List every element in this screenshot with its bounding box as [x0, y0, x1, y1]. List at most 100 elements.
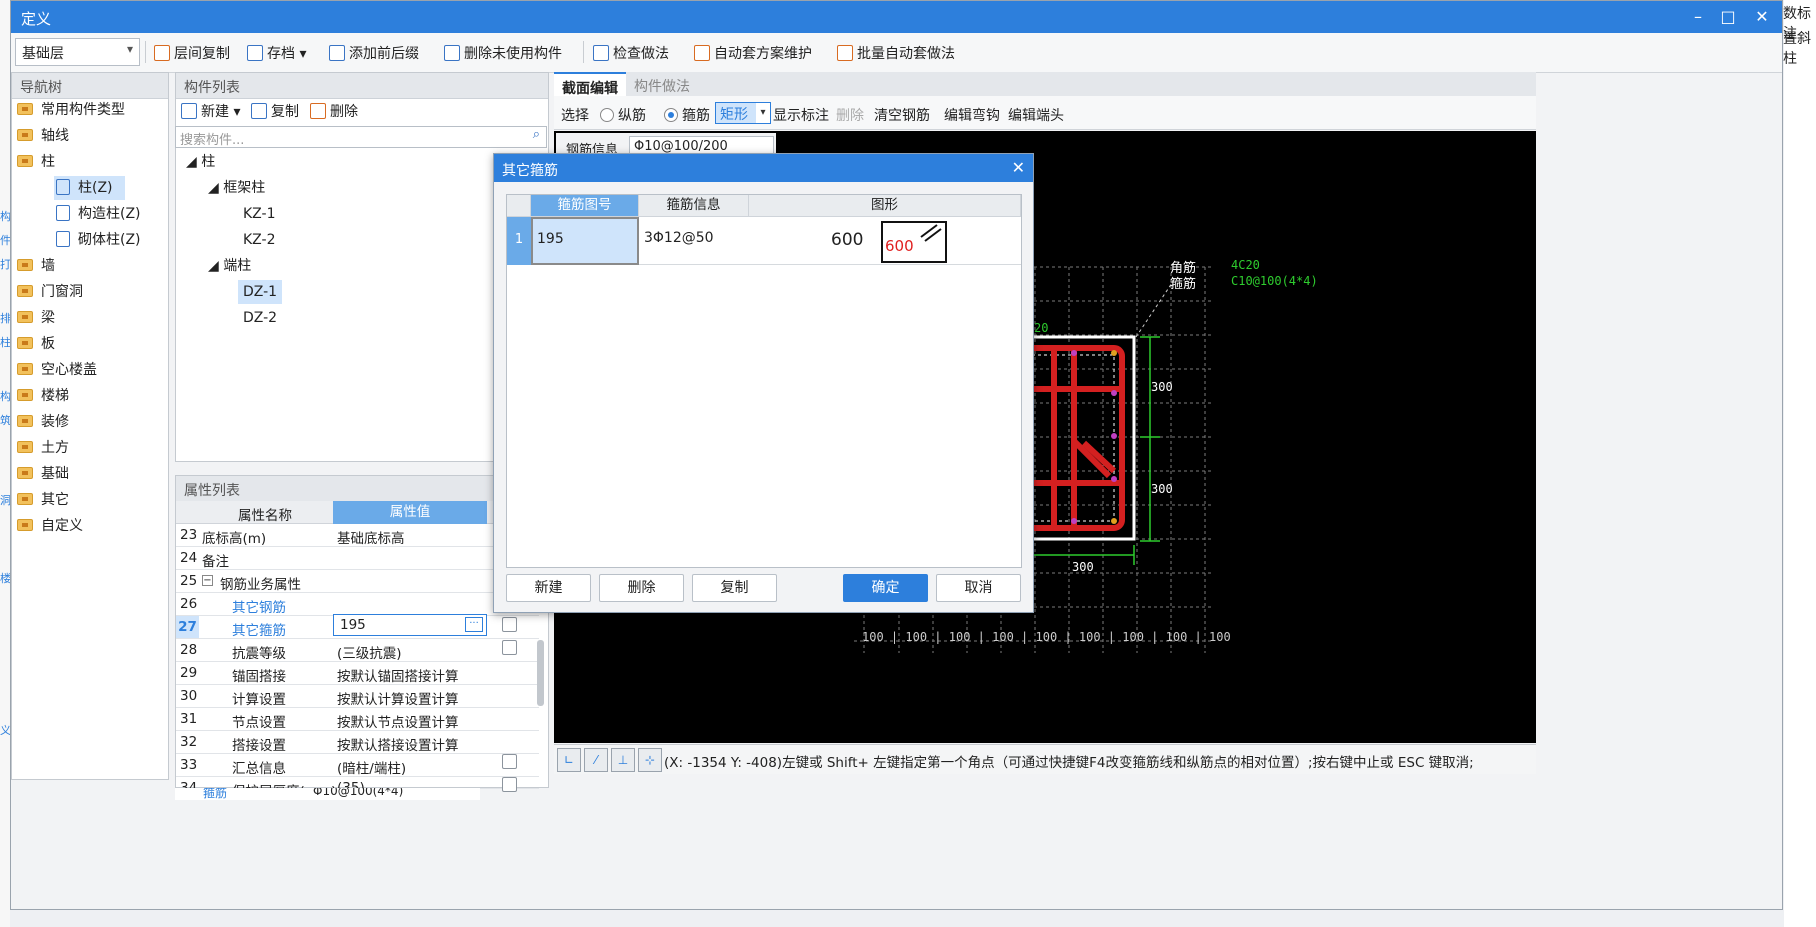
nav-item-axis[interactable]: 轴线	[17, 124, 69, 148]
tree-end-column[interactable]: ◢ 端柱	[208, 254, 251, 278]
close-icon[interactable]: ✕	[1751, 6, 1773, 28]
property-checkbox[interactable]	[502, 777, 517, 792]
nav-item-door-window[interactable]: 门窗洞	[17, 280, 83, 304]
folder-icon	[17, 493, 33, 505]
show-label-button[interactable]: 显示标注	[773, 105, 829, 125]
floor-select[interactable]: 基础层	[15, 38, 140, 66]
maximize-icon[interactable]: □	[1717, 6, 1739, 28]
dialog-copy-button[interactable]: 复制	[692, 574, 777, 602]
background-left-char: 构	[0, 210, 10, 223]
radio-icon	[600, 108, 614, 122]
new-icon	[181, 103, 197, 119]
new-component-button[interactable]: 新建 ▾	[181, 101, 240, 123]
stirrup-info-cell[interactable]: 3Φ12@50	[644, 230, 714, 246]
stirrup-radio[interactable]: 箍筋	[664, 105, 710, 125]
property-row[interactable]: 26 其它钢筋	[176, 593, 539, 616]
property-row[interactable]: 31 节点设置 按默认节点设置计算	[176, 708, 539, 731]
longitudinal-radio[interactable]: 纵筋	[600, 105, 646, 125]
tree-column[interactable]: ◢ 柱	[186, 150, 215, 174]
shape-select[interactable]: 矩形 ▾	[715, 102, 771, 124]
property-row[interactable]: 24 备注	[176, 547, 539, 570]
search-icon[interactable]: ⌕	[533, 127, 540, 142]
property-checkbox[interactable]	[502, 754, 517, 769]
bottom-dim-label: 300	[1072, 560, 1094, 574]
collapse-icon[interactable]: −	[202, 575, 213, 586]
property-row[interactable]: 33 汇总信息 (暗柱/端柱)	[176, 754, 539, 777]
property-checkbox[interactable]	[502, 617, 517, 632]
clear-rebar-button[interactable]: 清空钢筋	[874, 105, 930, 125]
tab-section-edit[interactable]: 截面编辑	[554, 72, 626, 97]
property-row[interactable]: 23 底标高(m) 基础底标高	[176, 524, 539, 547]
select-button[interactable]: 选择	[561, 105, 589, 125]
minimize-icon[interactable]: –	[1687, 6, 1709, 28]
tree-dz2[interactable]: DZ-2	[243, 306, 277, 330]
ellipsis-icon[interactable]: ···	[465, 617, 483, 632]
property-scrollbar[interactable]	[537, 640, 544, 706]
copy-component-button[interactable]: 复制	[251, 101, 299, 123]
add-prefix-suffix-button[interactable]: 添加前后缀	[329, 43, 419, 65]
tab-component-method[interactable]: 构件做法	[626, 72, 698, 96]
delete-unused-button[interactable]: 删除未使用构件	[444, 43, 562, 65]
component-list-title: 构件列表	[176, 73, 548, 99]
nav-item-wall[interactable]: 墙	[17, 254, 55, 278]
dialog-close-icon[interactable]: ✕	[1012, 158, 1025, 177]
background-left-char: 柱	[0, 336, 10, 349]
nav-item-common[interactable]: 常用构件类型	[17, 98, 125, 122]
nav-item-slab[interactable]: 板	[17, 332, 55, 356]
batch-auto-method-button[interactable]: 批量自动套做法	[837, 43, 955, 65]
folder-icon	[17, 129, 33, 141]
edit-hook-button[interactable]: 编辑弯钩	[944, 105, 1000, 125]
save-archive-button[interactable]: 存档 ▾	[247, 43, 306, 65]
delete-component-button[interactable]: 删除	[310, 101, 358, 123]
dialog-delete-button[interactable]: 删除	[599, 574, 684, 602]
nav-item-stairs[interactable]: 楼梯	[17, 384, 69, 408]
nav-item-custom[interactable]: 自定义	[17, 514, 83, 538]
other-stirrup-input[interactable]: 195 ···	[333, 614, 487, 636]
nav-item-earthwork[interactable]: 土方	[17, 436, 69, 460]
offset-mode-icon[interactable]: ⊹	[638, 748, 662, 772]
tree-frame-column[interactable]: ◢ 框架柱	[208, 176, 265, 200]
nav-item-column[interactable]: 柱	[17, 150, 55, 174]
nav-item-finish[interactable]: 装修	[17, 410, 69, 434]
tree-kz2[interactable]: KZ-2	[243, 228, 275, 252]
property-row[interactable]: 28 抗震等级 (三级抗震)	[176, 639, 539, 662]
corner-mode-icon[interactable]: ∟	[557, 748, 581, 772]
nav-item-column-z[interactable]: 柱(Z)	[54, 176, 125, 200]
nav-item-beam[interactable]: 梁	[17, 306, 55, 330]
perpendicular-mode-icon[interactable]: ⊥	[611, 748, 635, 772]
folder-icon	[17, 103, 33, 115]
check-method-button[interactable]: 检查做法	[593, 43, 669, 65]
nav-item-foundation[interactable]: 基础	[17, 462, 69, 486]
background-left-strip	[0, 0, 10, 927]
edit-end-button[interactable]: 编辑端头	[1008, 105, 1064, 125]
dialog-cancel-button[interactable]: 取消	[936, 574, 1021, 602]
corner-bar-value: 4C20	[1231, 258, 1260, 272]
gear-icon	[694, 45, 710, 61]
property-row[interactable]: 32 搭接设置 按默认搭接设置计算	[176, 731, 539, 754]
background-right-strip	[1784, 0, 1816, 927]
nav-item-masonry-column[interactable]: 砌体柱(Z)	[56, 228, 141, 252]
folder-icon	[17, 415, 33, 427]
property-row[interactable]: 30 计算设置 按默认计算设置计算	[176, 685, 539, 708]
tree-dz1[interactable]: DZ-1	[238, 280, 283, 304]
tree-kz1[interactable]: KZ-1	[243, 202, 275, 226]
background-left-char: 打	[0, 258, 10, 271]
masonry-column-icon	[56, 231, 70, 247]
stirrup-code-cell[interactable]: 195	[531, 217, 639, 265]
component-search-input[interactable]: 搜索构件... ⌕	[175, 126, 547, 148]
dialog-ok-button[interactable]: 确定	[843, 574, 928, 602]
grid-row[interactable]: 1 195 3Φ12@50 600 600	[507, 217, 1021, 265]
dialog-new-button[interactable]: 新建	[506, 574, 591, 602]
nav-item-constructional-column[interactable]: 构造柱(Z)	[56, 202, 141, 226]
stirrup-shape-preview[interactable]: 600	[881, 221, 947, 263]
nav-item-other[interactable]: 其它	[17, 488, 69, 512]
property-row[interactable]: 25− 钢筋业务属性	[176, 570, 539, 593]
folder-icon	[17, 259, 33, 271]
property-row[interactable]: 29 锚固搭接 按默认锚固搭接计算	[176, 662, 539, 685]
auto-scheme-button[interactable]: 自动套方案维护	[694, 43, 812, 65]
line-mode-icon[interactable]: ⁄	[584, 748, 608, 772]
delete-button[interactable]: 删除	[836, 105, 864, 125]
property-checkbox[interactable]	[502, 640, 517, 655]
nav-item-hollow-floor[interactable]: 空心楼盖	[17, 358, 97, 382]
copy-between-floors-button[interactable]: 层间复制	[154, 43, 230, 65]
